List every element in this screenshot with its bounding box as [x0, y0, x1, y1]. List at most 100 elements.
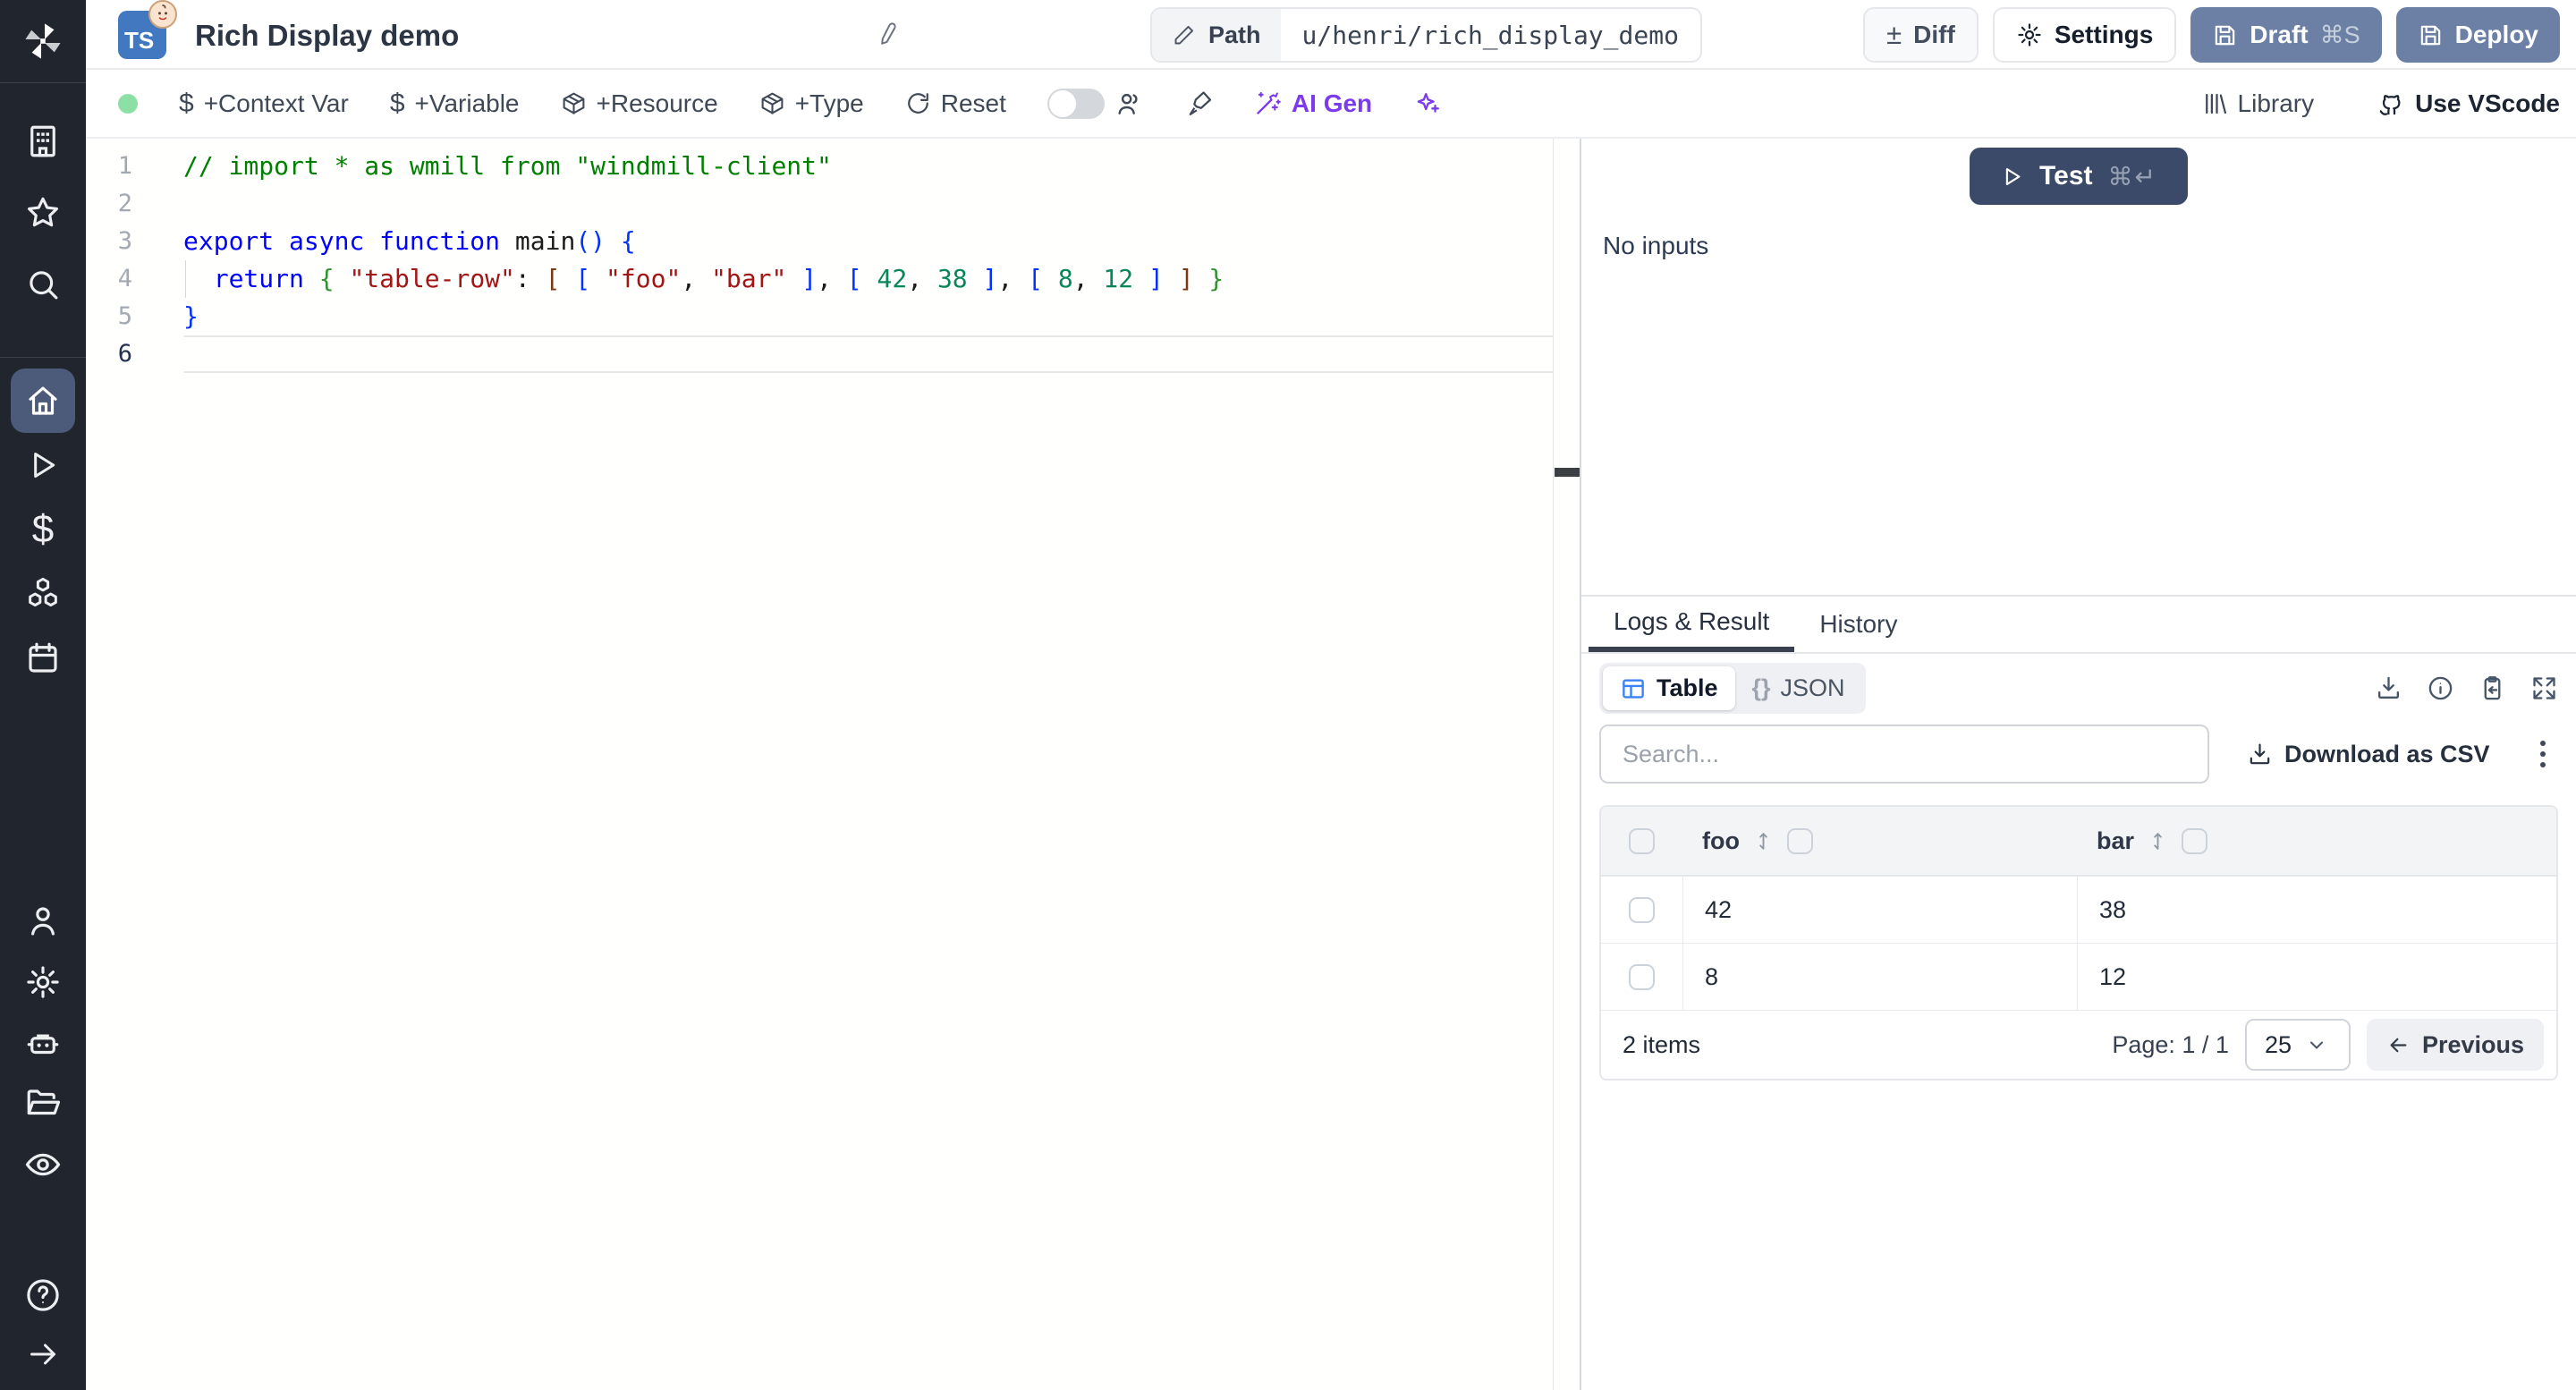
code-content[interactable]: export async function main() {: [183, 223, 1553, 260]
previous-page-button[interactable]: Previous: [2366, 1019, 2544, 1071]
sidebar-item-users[interactable]: [0, 889, 86, 954]
add-resource-button[interactable]: +Resource: [561, 89, 718, 118]
path-field[interactable]: Path u/henri/rich_display_demo: [1150, 7, 1702, 63]
page-size-select[interactable]: 25: [2244, 1019, 2351, 1071]
format-code-button[interactable]: [1185, 89, 1213, 117]
line-number[interactable]: 5: [86, 298, 183, 335]
code-line[interactable]: 2: [86, 185, 1553, 223]
code-line[interactable]: 3 export async function main() {: [86, 223, 1553, 260]
checkbox[interactable]: [1786, 827, 1813, 854]
gear-icon: [2018, 23, 2041, 47]
table-menu-button[interactable]: [2535, 735, 2551, 773]
tab-label: History: [1819, 610, 1898, 638]
sidebar-item-home[interactable]: [0, 369, 86, 433]
sort-icon[interactable]: [2147, 830, 2169, 852]
arrow-left-icon: [2390, 1038, 2407, 1052]
sidebar-item-audit[interactable]: [0, 1132, 86, 1197]
windmill-pinwheel-icon: [25, 23, 61, 59]
code-content[interactable]: [183, 335, 1553, 373]
sidebar-item-schedules[interactable]: [0, 626, 86, 691]
path-value[interactable]: u/henri/rich_display_demo: [1281, 9, 1700, 61]
settings-button[interactable]: Settings: [1992, 7, 2177, 63]
test-button[interactable]: Test ⌘↵: [1970, 148, 2188, 205]
ai-gen-label: AI Gen: [1291, 89, 1373, 117]
sidebar-item-folders[interactable]: [0, 1072, 86, 1136]
line-number[interactable]: 4: [86, 260, 183, 298]
sidebar-item-help[interactable]: [0, 1263, 86, 1327]
checkbox[interactable]: [1629, 827, 1655, 854]
ai-gen-button[interactable]: AI Gen: [1254, 89, 1372, 118]
code-line[interactable]: 4 return { "table-row": [ [ "foo", "bar"…: [86, 260, 1553, 298]
ai-sparkles-button[interactable]: [1413, 89, 1441, 117]
line-number[interactable]: 1: [86, 148, 183, 185]
sidebar-item-settings[interactable]: [0, 950, 86, 1014]
code-editor[interactable]: 1// import * as wmill from "windmill-cli…: [86, 139, 1553, 1390]
home-icon: [29, 386, 57, 415]
pencil-icon: [881, 22, 896, 45]
column-header-foo[interactable]: foo: [1682, 827, 2077, 855]
code-line[interactable]: 6: [86, 335, 1553, 373]
checkbox[interactable]: [1629, 964, 1655, 990]
sidebar-item-workers[interactable]: [0, 1011, 86, 1075]
diff-button[interactable]: ± Diff: [1863, 7, 1979, 63]
download-csv-button[interactable]: Download as CSV: [2247, 741, 2490, 768]
play-icon: [34, 453, 55, 478]
sort-icon[interactable]: [1752, 830, 1775, 852]
tab-logs-result[interactable]: Logs & Result: [1589, 597, 1795, 652]
sidebar-item-resources[interactable]: [0, 562, 86, 626]
download-result-button[interactable]: [2375, 674, 2402, 702]
tab-history[interactable]: History: [1794, 597, 1922, 652]
sparkles-icon: [1417, 93, 1440, 113]
download-csv-label: Download as CSV: [2284, 740, 2490, 767]
sidebar-item-workspace[interactable]: [0, 109, 86, 174]
search-input[interactable]: [1599, 725, 2209, 784]
expand-result-button[interactable]: [2530, 674, 2558, 702]
reset-button[interactable]: Reset: [905, 89, 1006, 118]
column-header-bar[interactable]: bar: [2077, 827, 2556, 855]
inputs-section: Test ⌘↵ No inputs: [1581, 139, 2576, 595]
save-icon: [2420, 25, 2440, 45]
run-panel: Test ⌘↵ No inputs Logs & Result History: [1580, 139, 2576, 1390]
draft-button[interactable]: Draft ⌘S: [2190, 7, 2382, 63]
library-icon: [2205, 93, 2226, 114]
workspace: 1// import * as wmill from "windmill-cli…: [86, 139, 2576, 1390]
add-variable-button[interactable]: $ +Variable: [390, 89, 520, 119]
sidebar-item-search[interactable]: [0, 252, 86, 317]
resource-label: +Resource: [596, 89, 718, 117]
code-line[interactable]: 1// import * as wmill from "windmill-cli…: [86, 148, 1553, 185]
copy-result-button[interactable]: [2479, 674, 2506, 702]
code-content[interactable]: // import * as wmill from "windmill-clie…: [183, 148, 1553, 185]
table-row[interactable]: 8 12: [1601, 944, 2556, 1011]
toggle-switch[interactable]: [1046, 88, 1105, 119]
building-icon: [30, 125, 55, 157]
code-content[interactable]: return { "table-row": [ [ "foo", "bar" ]…: [183, 260, 1553, 298]
add-type-button[interactable]: +Type: [759, 89, 864, 118]
sidebar-item-runs[interactable]: [0, 433, 86, 497]
table-cell: 42: [1682, 877, 2077, 944]
checkbox[interactable]: [2182, 827, 2208, 854]
windmill-logo[interactable]: [0, 0, 86, 83]
edit-summary-button[interactable]: [871, 20, 902, 50]
code-content[interactable]: }: [183, 298, 1553, 335]
status-ready-dot: [118, 93, 138, 114]
line-number[interactable]: 3: [86, 223, 183, 260]
view-json-button[interactable]: {} JSON: [1735, 666, 1862, 710]
sidebar-item-variables[interactable]: $: [0, 497, 86, 562]
code-content[interactable]: [183, 185, 1553, 223]
test-label: Test: [2039, 161, 2093, 191]
table-row[interactable]: 42 38: [1601, 877, 2556, 944]
use-vscode-button[interactable]: Use VScode: [2377, 89, 2560, 118]
code-line[interactable]: 5}: [86, 298, 1553, 335]
sidebar-item-expand[interactable]: [0, 1322, 86, 1386]
checkbox[interactable]: [1629, 897, 1655, 923]
editor-overview-ruler[interactable]: [1553, 139, 1580, 1390]
sidebar-item-favorites[interactable]: [0, 181, 86, 245]
view-table-button[interactable]: Table: [1603, 666, 1735, 710]
deploy-button[interactable]: Deploy: [2395, 7, 2560, 63]
add-context-var-button[interactable]: $ +Context Var: [179, 89, 349, 119]
result-info-button[interactable]: [2427, 674, 2454, 702]
line-number[interactable]: 2: [86, 185, 183, 223]
line-number[interactable]: 6: [86, 335, 183, 373]
library-button[interactable]: Library: [2201, 89, 2314, 118]
info-icon: [2428, 676, 2453, 700]
